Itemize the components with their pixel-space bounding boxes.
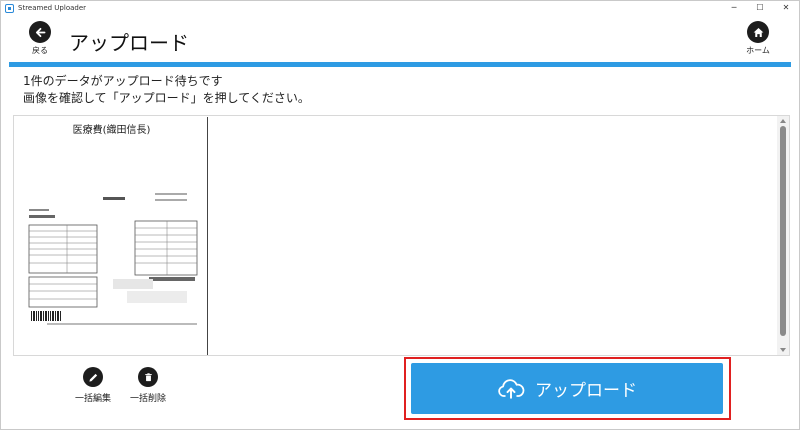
upload-button[interactable]: アップロード <box>411 363 723 414</box>
window-title: Streamed Uploader <box>18 4 87 12</box>
header-divider <box>9 62 791 67</box>
cloud-upload-icon <box>498 378 525 399</box>
scroll-up-icon[interactable] <box>780 119 786 123</box>
home-icon <box>747 21 769 43</box>
home-button[interactable]: ホーム <box>743 21 773 56</box>
status-message: 1件のデータがアップロード待ちです 画像を確認して「アップロード」を押してくださ… <box>23 73 310 107</box>
arrow-left-icon <box>29 21 51 43</box>
page-title: アップロード <box>69 31 189 55</box>
app-window: Streamed Uploader ─ ☐ ✕ 戻る アップロード ホーム 1件… <box>0 0 800 430</box>
back-button[interactable]: 戻る <box>25 21 55 56</box>
scroll-thumb[interactable] <box>780 126 786 336</box>
back-label: 戻る <box>32 46 48 55</box>
bulk-delete-label: 一括削除 <box>129 394 166 404</box>
receipt-image <box>27 187 199 327</box>
close-button[interactable]: ✕ <box>773 1 799 15</box>
status-line-instruction: 画像を確認して「アップロード」を押してください。 <box>23 91 310 105</box>
scroll-down-icon[interactable] <box>780 348 786 352</box>
window-controls: ─ ☐ ✕ <box>721 1 799 15</box>
pencil-icon <box>83 367 103 387</box>
minimize-button[interactable]: ─ <box>721 1 747 15</box>
document-thumbnail[interactable]: 医療費(織田信長) <box>15 117 208 355</box>
home-label: ホーム <box>746 46 770 55</box>
preview-scrollbar[interactable] <box>777 116 789 355</box>
title-bar: Streamed Uploader ─ ☐ ✕ <box>1 1 799 15</box>
maximize-button[interactable]: ☐ <box>747 1 773 15</box>
thumbnail-title: 医療費(織田信長) <box>72 125 151 136</box>
header: 戻る アップロード ホーム <box>1 15 799 63</box>
bulk-edit-button[interactable]: 一括編集 <box>70 367 116 404</box>
bulk-edit-label: 一括編集 <box>74 394 111 404</box>
bulk-delete-button[interactable]: 一括削除 <box>125 367 171 404</box>
upload-label: アップロード <box>535 381 637 401</box>
trash-icon <box>138 367 158 387</box>
image-preview-pane[interactable]: 医療費(織田信長) <box>13 115 790 356</box>
status-line-count: 1件のデータがアップロード待ちです <box>23 74 223 88</box>
app-logo-icon <box>5 3 14 13</box>
